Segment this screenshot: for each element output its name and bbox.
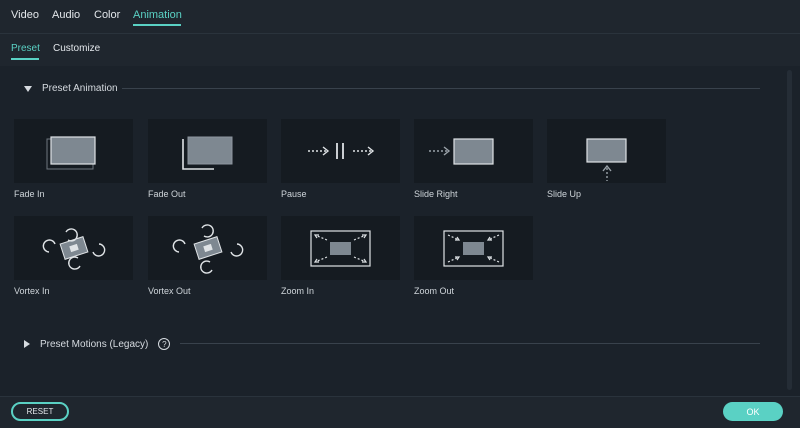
slide-right-icon bbox=[429, 138, 494, 165]
top-tab-bar: Video Audio Color Animation bbox=[0, 0, 800, 34]
subtab-customize[interactable]: Customize bbox=[53, 43, 100, 54]
help-icon[interactable]: ? bbox=[158, 338, 171, 350]
zoom-out-icon bbox=[443, 230, 504, 267]
expand-triangle-icon bbox=[24, 340, 30, 348]
vortex-in-icon bbox=[42, 228, 106, 270]
vortex-out-icon bbox=[172, 224, 244, 274]
preset-tile-vortex-in[interactable] bbox=[14, 216, 133, 280]
preset-tile-pause[interactable] bbox=[281, 119, 400, 183]
preset-tile-zoom-out[interactable] bbox=[414, 216, 533, 280]
ok-button[interactable]: OK bbox=[723, 402, 783, 421]
preset-tile-vortex-out[interactable] bbox=[148, 216, 267, 280]
preset-tile-slide-right[interactable] bbox=[414, 119, 533, 183]
preset-tile-fade-in[interactable] bbox=[14, 119, 133, 183]
zoom-in-icon bbox=[310, 230, 371, 267]
section-title: Preset Animation bbox=[42, 83, 118, 94]
fade-in-icon bbox=[46, 136, 96, 170]
tab-animation[interactable]: Animation bbox=[133, 9, 182, 21]
section-divider bbox=[122, 88, 760, 89]
section-preset-animation[interactable]: Preset Animation bbox=[24, 83, 118, 94]
preset-label: Fade In bbox=[14, 189, 45, 199]
preset-tile-zoom-in[interactable] bbox=[281, 216, 400, 280]
preset-tile-fade-out[interactable] bbox=[148, 119, 267, 183]
active-tab-indicator bbox=[133, 24, 181, 26]
section-title: Preset Motions (Legacy) bbox=[40, 338, 149, 350]
tab-video[interactable]: Video bbox=[11, 9, 39, 21]
reset-button[interactable]: RESET bbox=[11, 402, 69, 421]
preset-label: Zoom Out bbox=[414, 286, 455, 296]
slide-up-icon bbox=[586, 138, 627, 181]
scrollbar-thumb[interactable] bbox=[787, 70, 792, 390]
preset-tile-slide-up[interactable] bbox=[547, 119, 666, 183]
preset-label: Vortex In bbox=[14, 286, 50, 296]
preset-label: Fade Out bbox=[148, 189, 186, 199]
section-preset-motions[interactable]: Preset Motions (Legacy) ? bbox=[24, 338, 171, 350]
section-divider bbox=[180, 343, 760, 344]
preset-label: Pause bbox=[281, 189, 307, 199]
preset-label: Vortex Out bbox=[148, 286, 191, 296]
pause-icon bbox=[308, 143, 375, 159]
preset-label: Zoom In bbox=[281, 286, 315, 296]
subtab-preset[interactable]: Preset bbox=[11, 43, 40, 54]
preset-label: Slide Up bbox=[547, 189, 582, 199]
collapse-triangle-icon bbox=[24, 85, 32, 92]
bottom-bar bbox=[0, 396, 800, 428]
tab-color[interactable]: Color bbox=[94, 9, 120, 21]
preset-label: Slide Right bbox=[414, 189, 458, 199]
fade-out-icon bbox=[182, 136, 233, 170]
active-subtab-indicator bbox=[11, 58, 39, 60]
tab-audio[interactable]: Audio bbox=[52, 9, 80, 21]
sub-tab-bar: Preset Customize bbox=[0, 34, 800, 66]
